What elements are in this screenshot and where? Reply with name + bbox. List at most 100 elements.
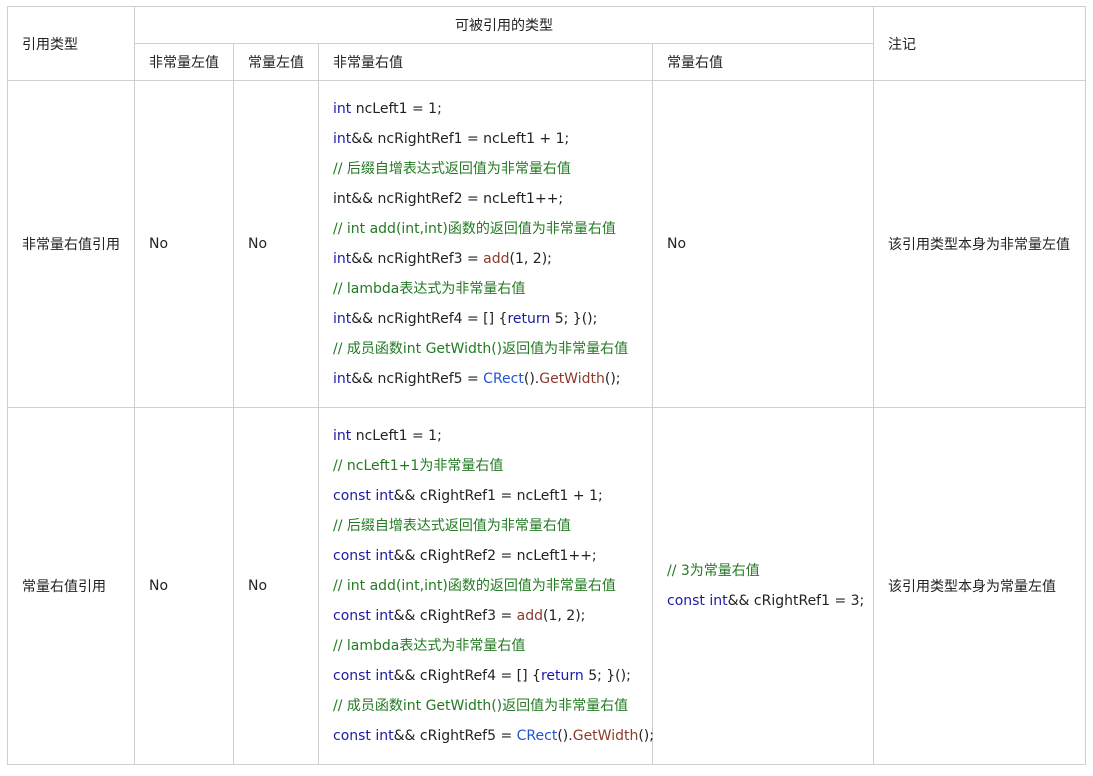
code-token: (); — [604, 371, 621, 387]
cell-nc-lvalue: No — [134, 407, 234, 765]
table-row: 非常量右值引用 No No int ncLeft1 = 1; int&& ncRi… — [7, 80, 1086, 408]
header-ref-type: 引用类型 — [7, 6, 135, 81]
code-line: int&& ncRightRef5 = CRect().GetWidth(); — [333, 364, 638, 394]
code-token: (). — [557, 728, 573, 744]
code-token: const int — [333, 668, 394, 684]
table-row: 常量右值引用 No No int ncLeft1 = 1; // ncLeft1+… — [7, 407, 1086, 765]
code-line: // 成员函数int GetWidth()返回值为非常量右值 — [333, 691, 638, 721]
code-token: && cRightRef4 = [] { — [393, 668, 541, 684]
code-token: CRect — [483, 371, 524, 387]
code-token: const int — [333, 548, 394, 564]
code-token: && ncRightRef4 = [] { — [351, 311, 508, 327]
code-token: int — [333, 101, 352, 117]
code-line: // lambda表达式为非常量右值 — [333, 274, 638, 304]
code-token: (). — [523, 371, 540, 387]
code-token: return — [507, 311, 551, 327]
cell-nc-lvalue: No — [134, 80, 234, 408]
row-name: 常量右值引用 — [7, 407, 135, 765]
code-token: && cRightRef1 = 3; — [727, 593, 865, 609]
code-token: && ncRightRef1 = ncLeft1 + 1; — [351, 131, 570, 147]
code-token: int&& ncRightRef2 = ncLeft1++; — [333, 191, 564, 207]
cell-nc-rvalue-code: int ncLeft1 = 1; int&& ncRightRef1 = ncLe… — [318, 80, 653, 408]
code-token: 5; }(); — [550, 311, 598, 327]
code-token: && cRightRef3 = — [393, 608, 517, 624]
code-token: // ncLeft1+1为非常量右值 — [333, 458, 504, 474]
code-token: // int add(int,int)函数的返回值为非常量右值 — [333, 221, 616, 237]
cell-c-lvalue: No — [233, 407, 319, 765]
code-token: const int — [333, 488, 394, 504]
code-line: // 后缀自增表达式返回值为非常量右值 — [333, 154, 638, 184]
code-token: (); — [638, 728, 654, 744]
code-line: const int&& cRightRef2 = ncLeft1++; — [333, 541, 638, 571]
code-token: (1, 2); — [509, 251, 552, 267]
code-line: // int add(int,int)函数的返回值为非常量右值 — [333, 214, 638, 244]
code-token: int — [333, 428, 352, 444]
code-line: // ncLeft1+1为非常量右值 — [333, 451, 638, 481]
code-line: // 3为常量右值 — [667, 556, 859, 586]
code-line: int&& ncRightRef3 = add(1, 2); — [333, 244, 638, 274]
header-nc-rvalue: 非常量右值 — [318, 43, 653, 81]
code-token: int — [333, 251, 352, 267]
code-token: && ncRightRef3 = — [351, 251, 484, 267]
row-name: 非常量右值引用 — [7, 80, 135, 408]
code-token: // int add(int,int)函数的返回值为非常量右值 — [333, 578, 616, 594]
code-token: ncLeft1 = 1; — [351, 101, 442, 117]
code-line: int ncLeft1 = 1; — [333, 94, 638, 124]
code-token: // 成员函数int GetWidth()返回值为非常量右值 — [333, 341, 629, 357]
cell-note: 该引用类型本身为非常量左值 — [873, 80, 1086, 408]
code-token: // 成员函数int GetWidth()返回值为非常量右值 — [333, 698, 629, 714]
page: 引用类型 可被引用的类型 注记 非常量左值 常量左值 非常量右值 常量右值 非常… — [0, 0, 1093, 776]
code-token: // lambda表达式为非常量右值 — [333, 281, 526, 297]
code-token: GetWidth — [539, 371, 605, 387]
code-token: int — [333, 371, 352, 387]
code-token: add — [483, 251, 510, 267]
code-token: && cRightRef2 = ncLeft1++; — [393, 548, 597, 564]
code-token: const int — [667, 593, 728, 609]
cell-c-rvalue-code: No — [652, 80, 874, 408]
code-token: CRect — [516, 728, 558, 744]
code-line: // int add(int,int)函数的返回值为非常量右值 — [333, 571, 638, 601]
code-token: add — [516, 608, 544, 624]
code-line: No — [667, 229, 859, 259]
code-token: No — [667, 236, 687, 252]
code-token: && ncRightRef5 = — [351, 371, 484, 387]
header-refable-types: 可被引用的类型 — [134, 6, 874, 44]
code-token: && cRightRef5 = — [393, 728, 517, 744]
code-token: int — [333, 311, 352, 327]
header-nc-lvalue: 非常量左值 — [134, 43, 234, 81]
cell-c-rvalue-code: // 3为常量右值 const int&& cRightRef1 = 3; — [652, 407, 874, 765]
code-line: int&& ncRightRef4 = [] {return 5; }(); — [333, 304, 638, 334]
code-token: GetWidth — [572, 728, 639, 744]
header-note: 注记 — [873, 6, 1086, 81]
code-line: // 成员函数int GetWidth()返回值为非常量右值 — [333, 334, 638, 364]
header-c-rvalue: 常量右值 — [652, 43, 874, 81]
code-token: // 后缀自增表达式返回值为非常量右值 — [333, 518, 571, 534]
code-token: ncLeft1 = 1; — [351, 428, 442, 444]
code-line: const int&& cRightRef3 = add(1, 2); — [333, 601, 638, 631]
cell-note: 该引用类型本身为常量左值 — [873, 407, 1086, 765]
header-row-1: 引用类型 可被引用的类型 注记 — [7, 6, 1086, 81]
code-line: const int&& cRightRef1 = 3; — [667, 586, 864, 616]
reference-type-table: 引用类型 可被引用的类型 注记 非常量左值 常量左值 非常量右值 常量右值 非常… — [7, 6, 1086, 765]
code-line: const int&& cRightRef1 = ncLeft1 + 1; — [333, 481, 638, 511]
code-token: // 3为常量右值 — [667, 563, 760, 579]
code-line: const int&& cRightRef4 = [] {return 5; }… — [333, 661, 638, 691]
code-token: (1, 2); — [543, 608, 586, 624]
header-c-lvalue: 常量左值 — [233, 43, 319, 81]
code-line: const int&& cRightRef5 = CRect().GetWidt… — [333, 721, 654, 751]
code-token: return — [540, 668, 584, 684]
code-token: 5; }(); — [583, 668, 631, 684]
code-line: int ncLeft1 = 1; — [333, 421, 638, 451]
code-token: && cRightRef1 = ncLeft1 + 1; — [393, 488, 603, 504]
code-token: int — [333, 131, 352, 147]
code-line: int&& ncRightRef1 = ncLeft1 + 1; — [333, 124, 638, 154]
cell-nc-rvalue-code: int ncLeft1 = 1; // ncLeft1+1为非常量右值 const … — [318, 407, 654, 765]
cell-c-lvalue: No — [233, 80, 319, 408]
code-token: // lambda表达式为非常量右值 — [333, 638, 526, 654]
code-token: const int — [333, 728, 394, 744]
code-token: const int — [333, 608, 394, 624]
code-token: // 后缀自增表达式返回值为非常量右值 — [333, 161, 571, 177]
code-line: // 后缀自增表达式返回值为非常量右值 — [333, 511, 638, 541]
code-line: int&& ncRightRef2 = ncLeft1++; — [333, 184, 638, 214]
code-line: // lambda表达式为非常量右值 — [333, 631, 638, 661]
